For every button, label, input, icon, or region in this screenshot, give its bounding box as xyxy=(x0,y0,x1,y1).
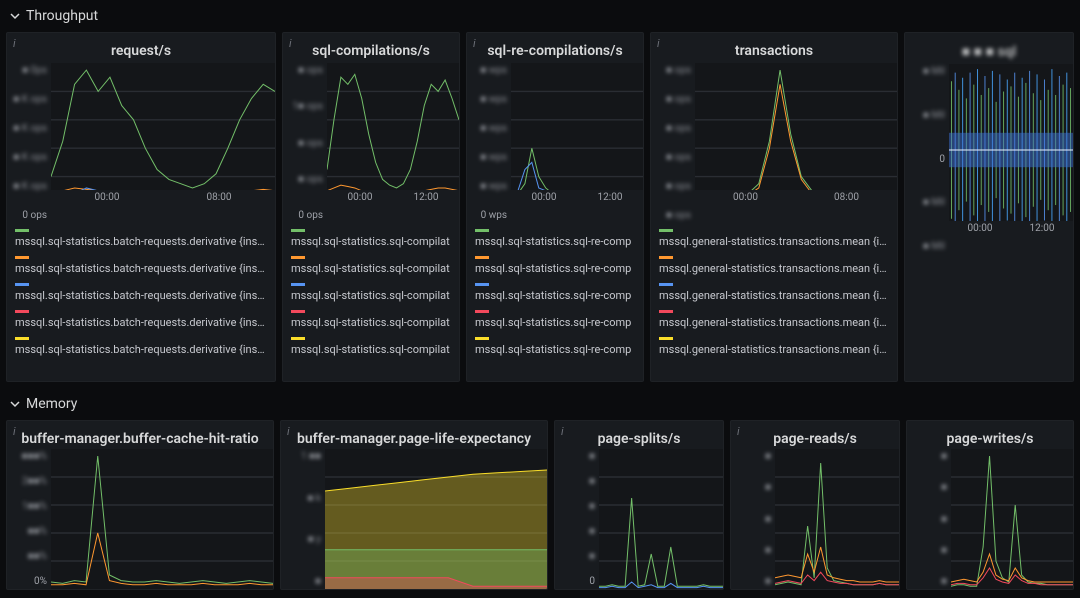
legend-item[interactable]: mssql.sql-statistics.sql-re-comp xyxy=(475,337,635,356)
panel-pagesplits[interactable]: i page-splits/s ■ ■ ■ ■ ■ 0 xyxy=(554,420,724,590)
section-memory-header[interactable]: Memory xyxy=(0,388,1080,420)
legend: mssql.sql-statistics.batch-requests.deri… xyxy=(7,223,275,364)
legend-item[interactable]: mssql.general-statistics.transactions.me… xyxy=(659,337,889,356)
info-icon[interactable]: i xyxy=(473,37,476,50)
section-title: Memory xyxy=(26,396,77,412)
legend-item[interactable]: mssql.general-statistics.transactions.me… xyxy=(659,229,889,248)
info-icon[interactable]: i xyxy=(13,425,16,438)
panel-bufhit[interactable]: i buffer-manager.buffer-cache-hit-ratio … xyxy=(6,420,274,590)
y-axis: ■ 0ps ■ K ops ■ K ops ■ K ops ■ K ops 0 … xyxy=(7,63,51,223)
chart-plot xyxy=(951,449,1073,589)
throughput-row: i request/s ■ 0ps ■ K ops ■ K ops ■ K op… xyxy=(0,32,1080,388)
info-icon[interactable]: i xyxy=(287,425,290,438)
legend: mssql.general-statistics.transactions.me… xyxy=(651,223,897,364)
legend-item[interactable]: mssql.sql-statistics.sql-compilat xyxy=(291,310,451,329)
legend-item[interactable]: mssql.sql-statistics.batch-requests.deri… xyxy=(15,283,267,302)
panel-transactions[interactable]: i transactions ■ ops ■ ops ■ ops ■ ops ■… xyxy=(650,32,898,382)
legend-item[interactable]: mssql.sql-statistics.sql-compilat xyxy=(291,256,451,275)
x-axis: 00:00 12:00 xyxy=(949,221,1073,236)
y-axis: ■ ops ■ ops ■ ops ■ ops ■ ops ■ ops xyxy=(651,63,695,223)
chevron-down-icon xyxy=(10,399,20,409)
chevron-down-icon xyxy=(10,11,20,21)
y-axis: ■■■% 2■■% 1■■% ■■% ■■% 0% xyxy=(7,449,51,589)
x-axis: 00:00 12:00 xyxy=(511,190,643,205)
info-icon[interactable]: i xyxy=(13,37,16,50)
legend-item[interactable]: mssql.general-statistics.transactions.me… xyxy=(659,256,889,275)
legend-item[interactable]: mssql.general-statistics.transactions.me… xyxy=(659,283,889,302)
panel-request[interactable]: i request/s ■ 0ps ■ K ops ■ K ops ■ K op… xyxy=(6,32,276,382)
chart-plot xyxy=(51,449,273,589)
panel-title: buffer-manager.buffer-cache-hit-ratio xyxy=(7,421,273,449)
section-title: Throughput xyxy=(26,8,98,24)
panel-unknown-sql[interactable]: ■ ■ ■ sql ■ Mil ■ Mil 0 ■ Mil ■ Mil xyxy=(904,32,1074,382)
legend-item[interactable]: mssql.general-statistics.transactions.me… xyxy=(659,310,889,329)
panel-sqlcomp[interactable]: i sql-compilations/s ■ ops 1■ ops ■ ops … xyxy=(282,32,460,382)
chart-plot xyxy=(325,449,547,589)
y-axis: ■ ops 1■ ops ■ ops ■ ops 0 ops xyxy=(283,63,327,223)
panel-title: buffer-manager.page-life-expectancy xyxy=(281,421,547,449)
panel-pagewrites[interactable]: page-writes/s ■ ■ ■ ■ ■ xyxy=(906,420,1074,590)
chart-plot: 00:00 12:00 xyxy=(327,63,459,205)
panel-title: sql-re-compilations/s xyxy=(467,33,643,63)
legend: mssql.sql-statistics.sql-compilat mssql.… xyxy=(283,223,459,364)
legend-item[interactable]: mssql.sql-statistics.sql-re-comp xyxy=(475,229,635,248)
x-axis: 00:00 08:00 xyxy=(51,190,275,205)
panel-sqlrecomp[interactable]: i sql-re-compilations/s ■ wps ■ wps ■ wp… xyxy=(466,32,644,382)
legend-item[interactable]: mssql.sql-statistics.sql-re-comp xyxy=(475,310,635,329)
chart-plot: 00:00 08:00 xyxy=(51,63,275,205)
legend-item[interactable]: mssql.sql-statistics.sql-compilat xyxy=(291,283,451,302)
info-icon[interactable]: i xyxy=(737,425,740,438)
panel-title: ■ ■ ■ sql xyxy=(905,33,1073,64)
y-axis: ■ ■ ■ ■ ■ xyxy=(907,449,951,589)
chart-plot: 00:00 12:00 xyxy=(511,63,643,205)
y-axis: ■ ■ ■ ■ ■ xyxy=(731,449,775,589)
legend-item[interactable]: mssql.sql-statistics.batch-requests.deri… xyxy=(15,229,267,248)
panel-title: sql-compilations/s xyxy=(283,33,459,63)
panel-pagelife[interactable]: i buffer-manager.page-life-expectancy 1 … xyxy=(280,420,548,590)
legend-item[interactable]: mssql.sql-statistics.sql-compilat xyxy=(291,229,451,248)
panel-title: transactions xyxy=(651,33,897,63)
chart-plot xyxy=(775,449,899,589)
legend-item[interactable]: mssql.sql-statistics.sql-re-comp xyxy=(475,283,635,302)
y-axis: 1 ■■ ■ k ■ y ■ xyxy=(281,449,325,589)
legend-item[interactable]: mssql.sql-statistics.batch-requests.deri… xyxy=(15,310,267,329)
y-axis: ■ ■ ■ ■ ■ 0 xyxy=(555,449,599,589)
section-throughput-header[interactable]: Throughput xyxy=(0,0,1080,32)
y-axis: ■ wps ■ wps ■ wps ■ wps ■ wps 0 wps xyxy=(467,63,511,223)
panel-pagereads[interactable]: i page-reads/s ■ ■ ■ ■ ■ xyxy=(730,420,900,590)
x-axis: 00:00 12:00 xyxy=(327,190,459,205)
legend-item[interactable]: mssql.sql-statistics.batch-requests.deri… xyxy=(15,337,267,356)
legend-item[interactable]: mssql.sql-statistics.sql-compilat xyxy=(291,337,451,356)
info-icon[interactable]: i xyxy=(561,425,564,438)
legend-item[interactable]: mssql.sql-statistics.sql-re-comp xyxy=(475,256,635,275)
memory-row: i buffer-manager.buffer-cache-hit-ratio … xyxy=(0,420,1080,596)
panel-title: request/s xyxy=(7,33,275,63)
legend: mssql.sql-statistics.sql-re-comp mssql.s… xyxy=(467,223,643,364)
panel-title: page-writes/s xyxy=(907,421,1073,449)
chart-plot: 00:00 12:00 xyxy=(949,64,1073,236)
chart-plot xyxy=(599,449,723,589)
info-icon[interactable]: i xyxy=(289,37,292,50)
panel-title: page-reads/s xyxy=(731,421,899,449)
panel-title: page-splits/s xyxy=(555,421,723,449)
chart-plot: 00:00 08:00 xyxy=(695,63,897,205)
legend-item[interactable]: mssql.sql-statistics.batch-requests.deri… xyxy=(15,256,267,275)
y-axis: ■ Mil ■ Mil 0 ■ Mil ■ Mil xyxy=(905,64,949,254)
info-icon[interactable]: i xyxy=(657,37,660,50)
x-axis: 00:00 08:00 xyxy=(695,190,897,205)
